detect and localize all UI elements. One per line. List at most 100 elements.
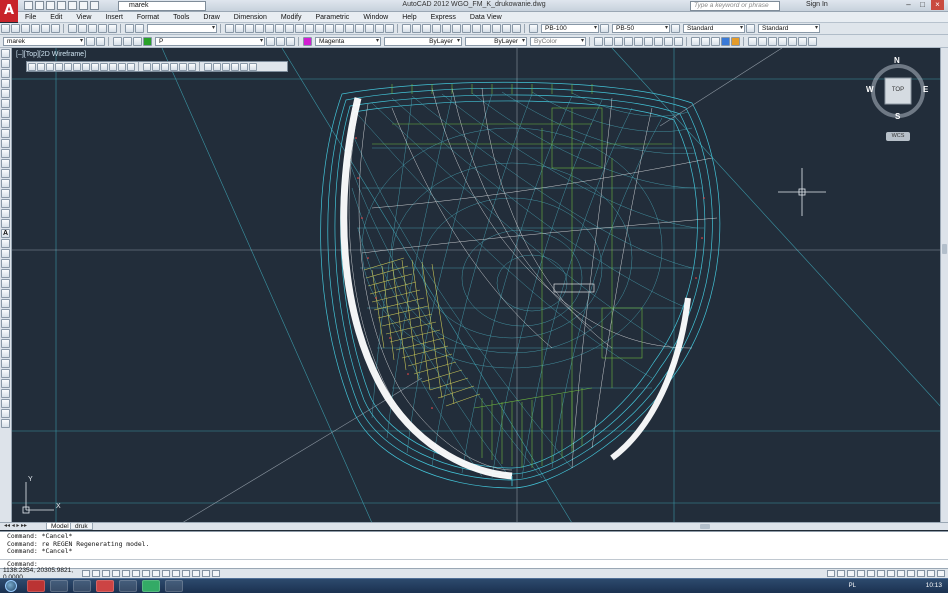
sign-in-link[interactable]: Sign In xyxy=(806,1,828,8)
erase-icon[interactable] xyxy=(1,249,10,258)
visual-style-wireframe-icon[interactable] xyxy=(691,36,700,46)
arc-icon[interactable] xyxy=(235,24,244,33)
extend-icon[interactable] xyxy=(345,24,354,33)
undo-icon[interactable] xyxy=(402,24,411,33)
selection-cycling-toggle[interactable] xyxy=(212,570,220,577)
break-at-point-icon[interactable] xyxy=(1,359,10,368)
block-editor-icon[interactable] xyxy=(108,24,117,33)
tab-druk[interactable]: druk xyxy=(70,522,93,530)
find-text-field[interactable] xyxy=(147,24,217,33)
ducs-toggle[interactable] xyxy=(162,570,170,577)
menu-window[interactable]: Window xyxy=(356,12,395,23)
view-tool-icon[interactable] xyxy=(170,62,178,71)
construction-line-icon[interactable] xyxy=(1,59,10,68)
annotation-visibility-icon[interactable] xyxy=(887,570,895,577)
open-icon[interactable] xyxy=(11,24,20,33)
viewport-controls-label[interactable]: [–][Top][2D Wireframe] xyxy=(16,51,86,58)
layer-properties-icon[interactable] xyxy=(86,36,95,46)
orbit-icon[interactable] xyxy=(674,36,683,46)
viewcube-icon[interactable]: TOP N S W E WCS xyxy=(864,56,932,144)
menu-insert[interactable]: Insert xyxy=(98,12,130,23)
language-indicator[interactable]: PL xyxy=(849,581,856,592)
break-icon[interactable] xyxy=(1,369,10,378)
view-tool-icon[interactable] xyxy=(222,62,230,71)
paste-icon[interactable] xyxy=(88,24,97,33)
layer-isolate-icon[interactable] xyxy=(276,36,285,46)
view-tool-icon[interactable] xyxy=(100,62,108,71)
save-icon[interactable] xyxy=(21,24,30,33)
copy-icon[interactable] xyxy=(78,24,87,33)
mirror-icon[interactable] xyxy=(375,24,384,33)
circle-icon[interactable] xyxy=(1,109,10,118)
join-icon[interactable] xyxy=(1,379,10,388)
annotation-scale-icon[interactable] xyxy=(877,570,885,577)
menu-parametric[interactable]: Parametric xyxy=(308,12,356,23)
compass-west[interactable]: W xyxy=(866,85,874,94)
taskbar-app-icon[interactable] xyxy=(119,580,137,592)
taskbar-app-icon[interactable] xyxy=(96,580,114,592)
menu-modify[interactable]: Modify xyxy=(274,12,309,23)
ucs-origin-icon[interactable] xyxy=(778,36,787,46)
stretch-icon[interactable] xyxy=(1,329,10,338)
circle-icon[interactable] xyxy=(245,24,254,33)
ellipse-arc-icon[interactable] xyxy=(1,149,10,158)
markup-icon[interactable] xyxy=(502,24,511,33)
arc-icon[interactable] xyxy=(1,99,10,108)
grid-toggle[interactable] xyxy=(102,570,110,577)
view-tool-icon[interactable] xyxy=(179,62,187,71)
menu-tools[interactable]: Tools xyxy=(166,12,196,23)
view-tool-icon[interactable] xyxy=(55,62,63,71)
polar-toggle[interactable] xyxy=(122,570,130,577)
mleader-style-icon[interactable] xyxy=(746,24,755,33)
back-view-icon[interactable] xyxy=(654,36,663,46)
move-icon[interactable] xyxy=(1,299,10,308)
snap-toggle[interactable] xyxy=(92,570,100,577)
taskbar-app-icon[interactable] xyxy=(73,580,91,592)
text-style-select[interactable]: PB-100 xyxy=(541,24,599,33)
hatch-icon[interactable] xyxy=(265,24,274,33)
zoom-window-icon[interactable] xyxy=(442,24,451,33)
search-input[interactable]: Type a keyword or phrase xyxy=(690,1,780,11)
layer-walk-icon[interactable] xyxy=(286,36,295,46)
region-icon[interactable] xyxy=(1,209,10,218)
rectangle-icon[interactable] xyxy=(255,24,264,33)
text-style-icon[interactable] xyxy=(529,24,538,33)
bottom-view-icon[interactable] xyxy=(614,36,623,46)
plot-style-select[interactable]: ByColor xyxy=(530,36,586,46)
layer-control-select[interactable]: P xyxy=(155,36,265,46)
zoom-previous-icon[interactable] xyxy=(452,24,461,33)
3d-osnap-toggle[interactable] xyxy=(142,570,150,577)
plot-preview-icon[interactable] xyxy=(41,24,50,33)
close-button[interactable]: × xyxy=(931,0,944,10)
gradient-icon[interactable] xyxy=(1,199,10,208)
add-selected-icon[interactable] xyxy=(1,239,10,248)
polyline-icon[interactable] xyxy=(225,24,234,33)
visual-style-hidden-icon[interactable] xyxy=(701,36,710,46)
scale-icon[interactable] xyxy=(1,319,10,328)
insert-block-icon[interactable] xyxy=(295,24,304,33)
taskbar-app-icon[interactable] xyxy=(27,580,45,592)
compass-north[interactable]: N xyxy=(894,56,900,65)
compass-south[interactable]: S xyxy=(895,112,900,121)
right-view-icon[interactable] xyxy=(634,36,643,46)
view-tool-icon[interactable] xyxy=(213,62,221,71)
make-block-icon[interactable] xyxy=(1,169,10,178)
maximize-button[interactable]: □ xyxy=(916,0,929,10)
layer-previous-icon[interactable] xyxy=(96,36,105,46)
view-tool-icon[interactable] xyxy=(161,62,169,71)
command-input[interactable]: Command: xyxy=(0,559,948,568)
menu-view[interactable]: View xyxy=(69,12,98,23)
view-tool-icon[interactable] xyxy=(46,62,54,71)
autocad-logo-icon[interactable]: A xyxy=(0,0,18,22)
trim-icon[interactable] xyxy=(335,24,344,33)
color-select[interactable]: Magenta xyxy=(315,36,381,46)
layer-freeze-icon[interactable] xyxy=(123,36,132,46)
publish-icon[interactable] xyxy=(51,24,60,33)
hatch-icon[interactable] xyxy=(1,189,10,198)
view-tool-icon[interactable] xyxy=(37,62,45,71)
menu-data-view[interactable]: Data View xyxy=(463,12,509,23)
horizontal-scroll-thumb[interactable] xyxy=(700,524,710,529)
zoom-status-icon[interactable] xyxy=(867,570,875,577)
polygon-icon[interactable] xyxy=(1,79,10,88)
ucs-icon[interactable] xyxy=(748,36,757,46)
